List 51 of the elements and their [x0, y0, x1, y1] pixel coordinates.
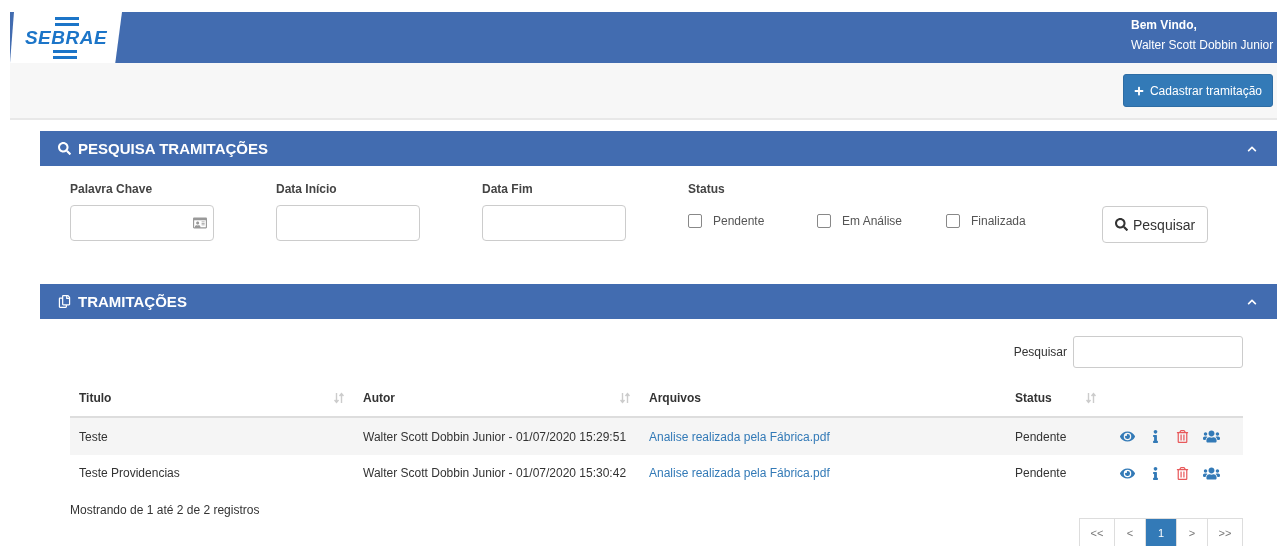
search-button[interactable]: Pesquisar	[1102, 206, 1209, 243]
copy-icon	[58, 295, 71, 308]
page-button[interactable]: 1	[1145, 518, 1177, 546]
field-label: Palavra Chave	[70, 182, 154, 196]
greeting-text: Bem Vindo,	[1131, 18, 1198, 32]
checkbox-label: Em Análise	[842, 214, 903, 228]
page-button[interactable]: >>	[1207, 518, 1243, 546]
search-icon	[58, 142, 71, 155]
users-icon[interactable]	[1203, 428, 1220, 445]
table-cell-text: Pendente	[1014, 429, 1068, 444]
input-field[interactable]	[482, 205, 626, 241]
field-label: Data Início	[276, 182, 338, 196]
search-icon	[1115, 218, 1128, 231]
user-name: Walter Scott Dobbin Junior	[1131, 38, 1275, 52]
logo-text: SEBRAE	[24, 26, 108, 49]
field-label: Data Fim	[482, 182, 534, 196]
checkbox[interactable]	[817, 214, 831, 228]
input-field[interactable]	[70, 205, 214, 241]
view-icon[interactable]	[1120, 429, 1135, 444]
column-header[interactable]: Titulo	[79, 390, 112, 405]
stripes-logo-icon	[53, 49, 79, 59]
delete-icon[interactable]	[1176, 430, 1189, 443]
filter-field[interactable]	[1073, 336, 1243, 368]
table-cell-text: Teste Providencias	[78, 466, 181, 480]
plus-icon	[1133, 85, 1144, 96]
checkbox-label: Pendente	[713, 214, 765, 228]
table-cell-text: Walter Scott Dobbin Junior - 01/07/2020 15:30:42	[362, 466, 628, 480]
file-link[interactable]: Analise realizada pela Fábrica.pdf	[640, 466, 1006, 480]
column-header[interactable]: Autor	[363, 390, 395, 405]
page-button[interactable]: <<	[1079, 518, 1115, 546]
filter-label: Pesquisar	[1013, 345, 1067, 359]
table-cell-text: Pendente	[1014, 466, 1068, 480]
records-summary: Mostrando de 1 até 2 de 2 registros	[70, 502, 261, 517]
field-label: Status	[688, 182, 726, 196]
column-header[interactable]: Status	[1015, 390, 1052, 405]
table-cell-text: Teste	[78, 429, 109, 444]
checkbox-label: Finalizada	[971, 214, 1026, 228]
panel-header[interactable]: PESQUISA TRAMITAÇÕES	[40, 131, 1277, 166]
panel-header[interactable]: TRAMITAÇÕES	[40, 284, 1277, 319]
checkbox[interactable]	[946, 214, 960, 228]
table-cell-text: Walter Scott Dobbin Junior - 01/07/2020 15:29:51	[362, 429, 628, 444]
stripes-logo-icon	[53, 16, 79, 26]
add-button[interactable]: Cadastrar tramitação	[1122, 74, 1273, 107]
input-field[interactable]	[276, 205, 420, 241]
file-link[interactable]: Analise realizada pela Fábrica.pdf	[640, 429, 1006, 444]
delete-icon[interactable]	[1176, 466, 1189, 480]
panel-title: PESQUISA TRAMITAÇÕES	[78, 140, 268, 157]
checkbox[interactable]	[688, 214, 702, 228]
column-header[interactable]: Arquivos	[649, 390, 701, 405]
panel-title: TRAMITAÇÕES	[78, 293, 187, 310]
id-card-icon	[193, 216, 207, 230]
